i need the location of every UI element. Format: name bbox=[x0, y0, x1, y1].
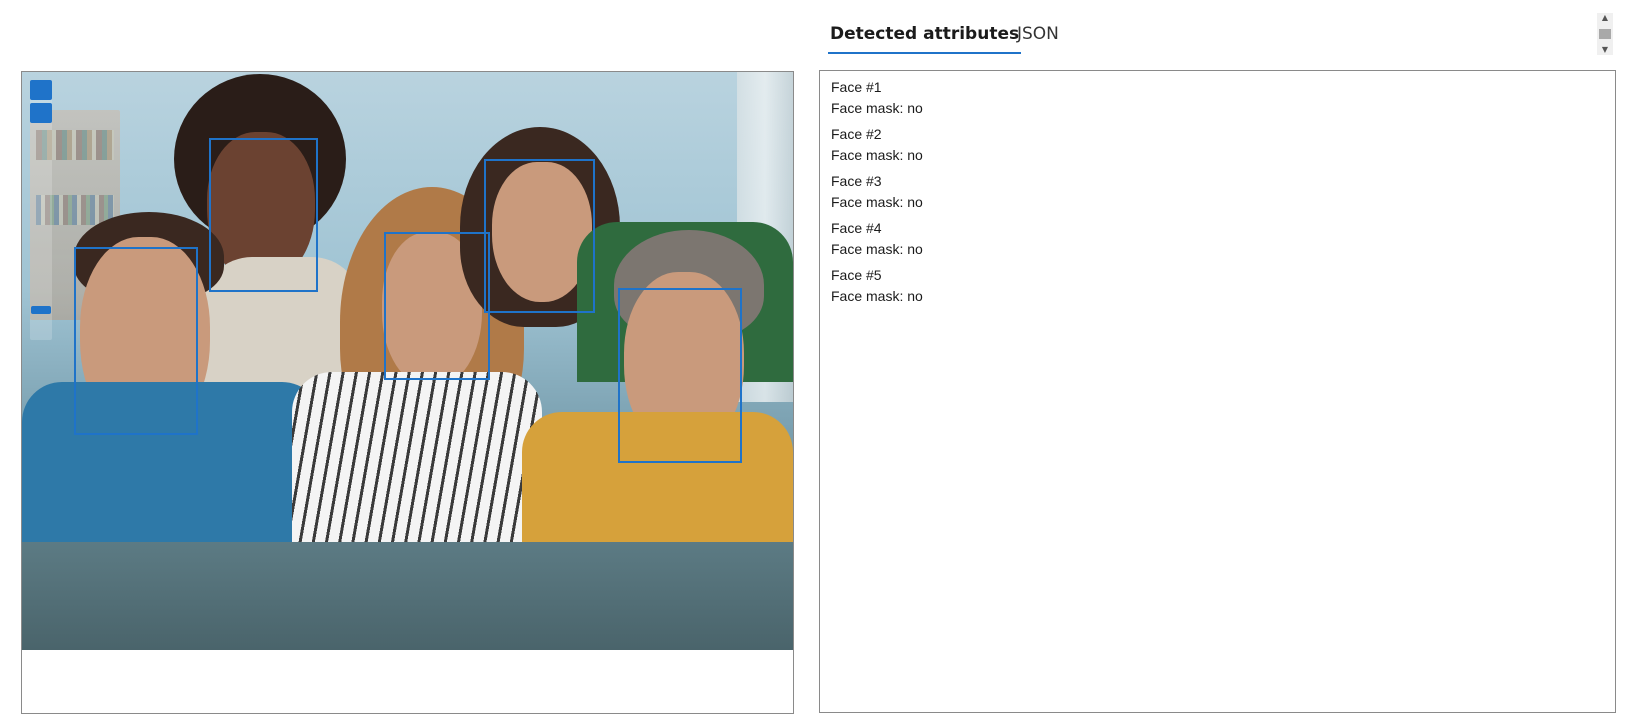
scrollbar-thumb[interactable] bbox=[1599, 29, 1611, 39]
person-body bbox=[292, 372, 542, 562]
face-attribute: Face mask: no bbox=[831, 241, 923, 257]
tab-json[interactable]: JSON bbox=[1015, 18, 1061, 52]
scroll-down-icon[interactable]: ▼ bbox=[1597, 45, 1613, 55]
face-title: Face #1 bbox=[831, 79, 882, 95]
detected-attributes-panel: Face #1 Face mask: no Face #2 Face mask:… bbox=[819, 70, 1616, 713]
list-item: Face #1 Face mask: no bbox=[831, 77, 1604, 119]
face-attribute: Face mask: no bbox=[831, 100, 923, 116]
face-bounding-box bbox=[618, 288, 742, 463]
face-attribute: Face mask: no bbox=[831, 194, 923, 210]
tab-detected-attributes[interactable]: Detected attributes bbox=[828, 18, 1022, 54]
face-attribute: Face mask: no bbox=[831, 288, 923, 304]
scroll-up-icon[interactable]: ▲ bbox=[1597, 13, 1613, 23]
list-item: Face #2 Face mask: no bbox=[831, 124, 1604, 166]
zoom-in-button[interactable] bbox=[30, 80, 52, 100]
zoom-out-button[interactable] bbox=[30, 103, 52, 123]
face-title: Face #4 bbox=[831, 220, 882, 236]
face-title: Face #3 bbox=[831, 173, 882, 189]
page-scrollbar[interactable]: ▲ ▼ bbox=[1597, 13, 1613, 55]
image-viewer bbox=[21, 71, 794, 714]
background-couch bbox=[22, 542, 793, 650]
face-title: Face #2 bbox=[831, 126, 882, 142]
analyzed-photo bbox=[22, 72, 793, 650]
face-bounding-box bbox=[384, 232, 490, 380]
zoom-slider-thumb[interactable] bbox=[31, 306, 51, 314]
face-attribute: Face mask: no bbox=[831, 147, 923, 163]
face-bounding-box bbox=[74, 247, 198, 435]
face-title: Face #5 bbox=[831, 267, 882, 283]
face-bounding-box bbox=[484, 159, 595, 313]
list-item: Face #5 Face mask: no bbox=[831, 265, 1604, 307]
list-item: Face #3 Face mask: no bbox=[831, 171, 1604, 213]
list-item: Face #4 Face mask: no bbox=[831, 218, 1604, 260]
face-bounding-box bbox=[209, 138, 318, 292]
